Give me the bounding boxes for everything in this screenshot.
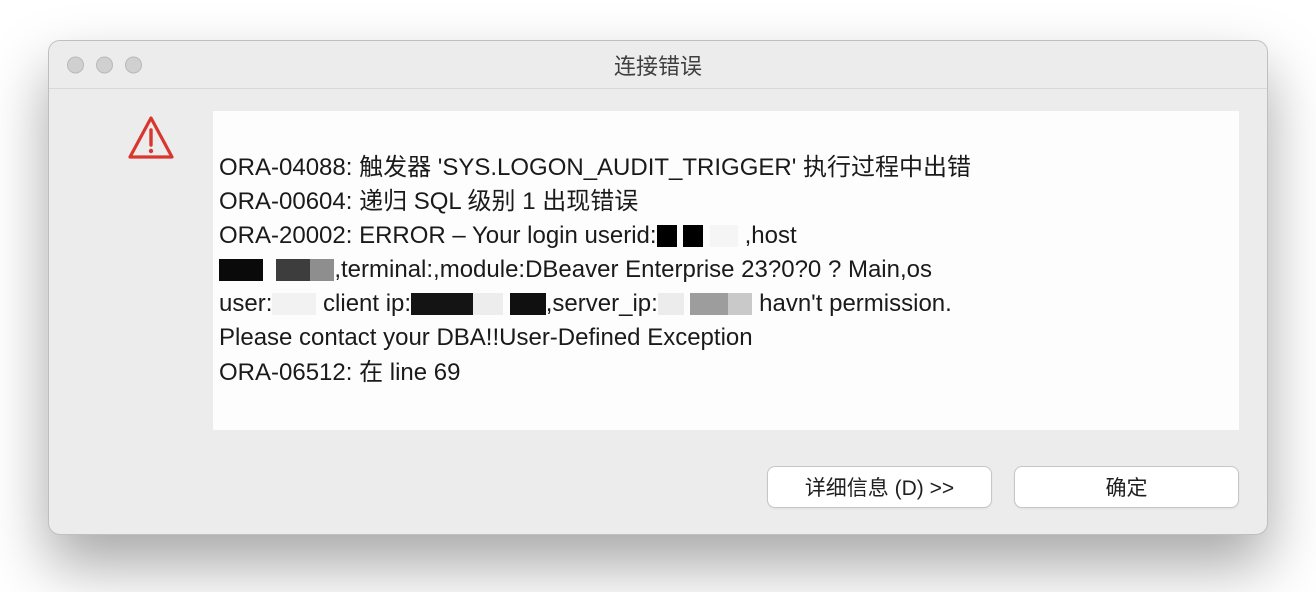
ok-button[interactable]: 确定 (1014, 466, 1239, 508)
redacted-host (219, 259, 263, 281)
redacted-host (310, 259, 334, 281)
redacted-host (276, 259, 310, 281)
error-line: ORA-06512: 在 line 69 (219, 359, 460, 386)
redacted-userid (710, 225, 738, 247)
error-line-suffix: ,host (745, 222, 797, 249)
error-line: Please contact your DBA!!User-Defined Ex… (219, 324, 753, 351)
zoom-icon[interactable] (125, 56, 142, 73)
content-area: ORA-04088: 触发器 'SYS.LOGON_AUDIT_TRIGGER'… (49, 89, 1267, 450)
titlebar: 连接错误 (49, 41, 1267, 89)
error-message: ORA-04088: 触发器 'SYS.LOGON_AUDIT_TRIGGER'… (213, 111, 1239, 430)
error-line: ORA-00604: 递归 SQL 级别 1 出现错误 (219, 188, 638, 215)
server-ip-label: ,server_ip: (546, 290, 658, 317)
warning-icon (127, 111, 175, 166)
redacted-userid (657, 225, 677, 247)
os-user-label: user: (219, 290, 272, 317)
error-line: ORA-04088: 触发器 'SYS.LOGON_AUDIT_TRIGGER'… (219, 154, 971, 181)
window-controls (67, 56, 142, 73)
redacted-serverip (658, 293, 684, 315)
redacted-serverip (690, 293, 728, 315)
redacted-serverip (728, 293, 752, 315)
details-button[interactable]: 详细信息 (D) >> (767, 466, 992, 508)
button-row: 详细信息 (D) >> 确定 (49, 466, 1267, 534)
error-line-prefix: ORA-20002: ERROR – Your login userid: (219, 222, 657, 249)
redacted-clientip (473, 293, 503, 315)
close-icon[interactable] (67, 56, 84, 73)
redacted-clientip (510, 293, 546, 315)
error-line-suffix: havn't permission. (752, 290, 951, 317)
error-dialog: 连接错误 ORA-04088: 触发器 'SYS.LOGON_AUDIT_TRI… (48, 40, 1268, 535)
window-title: 连接错误 (49, 49, 1267, 81)
error-line-middle: ,terminal:,module:DBeaver Enterprise 23?… (334, 256, 932, 283)
client-ip-label: client ip: (323, 290, 411, 317)
minimize-icon[interactable] (96, 56, 113, 73)
redacted-osuser (272, 293, 316, 315)
redacted-clientip (411, 293, 473, 315)
redacted-userid (683, 225, 703, 247)
